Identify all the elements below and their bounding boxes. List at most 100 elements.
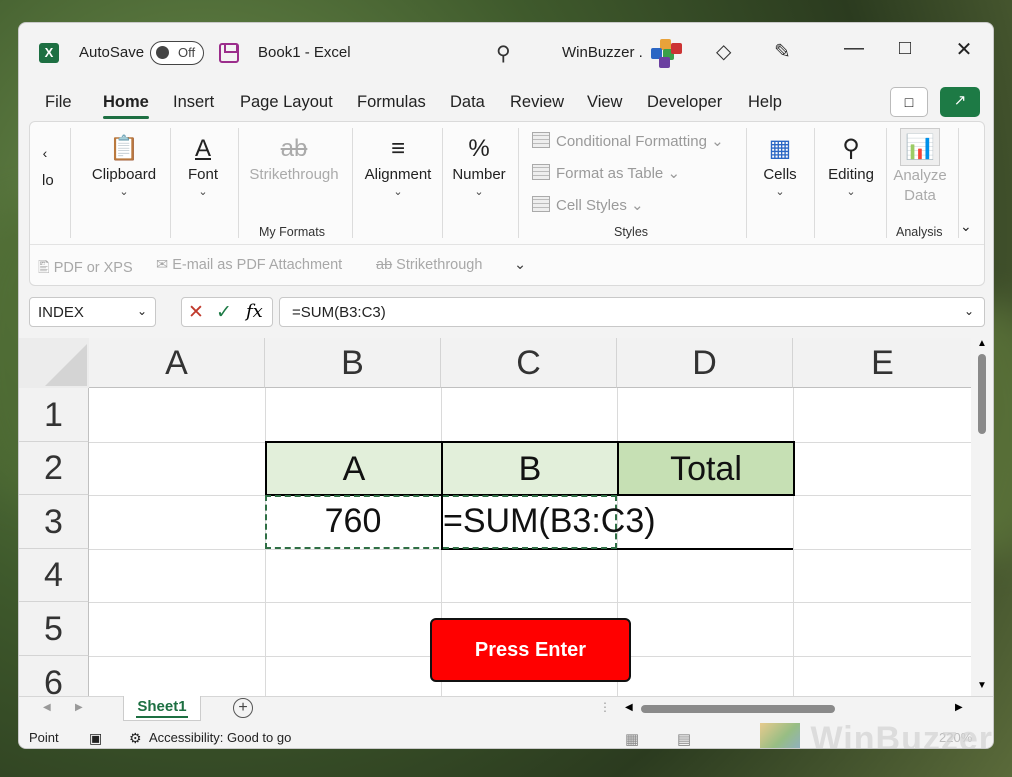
strikethrough-button[interactable]: ab Strikethrough (244, 132, 344, 183)
row-header-6[interactable]: 6 (19, 656, 89, 696)
share-button[interactable]: ↗ (940, 87, 980, 117)
chevron-down-icon: ⌄ (775, 186, 785, 198)
autosave-state: Off (178, 45, 196, 60)
name-box[interactable]: INDEX ⌄ (29, 297, 156, 327)
font-button[interactable]: A Font ⌄ (176, 132, 230, 198)
tab-file[interactable]: File (45, 93, 72, 112)
number-button[interactable]: % Number ⌄ (446, 132, 512, 198)
row-header-1[interactable]: 1 (19, 388, 89, 442)
scroll-up-icon[interactable]: ▲ (977, 338, 987, 349)
scroll-thumb[interactable] (978, 354, 986, 434)
qat-customize-icon[interactable]: ⌄ (514, 257, 526, 273)
alignment-button[interactable]: ≡ Alignment ⌄ (356, 132, 440, 198)
enter-icon[interactable]: ✓ (216, 301, 232, 324)
chevron-down-icon: ⌄ (474, 186, 484, 198)
column-header-a[interactable]: A (89, 338, 265, 388)
cell-styles-label: Cell Styles (556, 197, 627, 214)
autosave-label: AutoSave (79, 44, 145, 61)
clipboard-button[interactable]: 📋 Clipboard ⌄ (82, 132, 166, 198)
formula-input[interactable]: =SUM(B3:C3) ⌄ (279, 297, 985, 327)
tab-developer[interactable]: Developer (647, 93, 722, 112)
formula-text: =SUM(B3:C3) (292, 304, 386, 321)
macro-record-icon[interactable]: ▣ (89, 730, 102, 747)
normal-view-icon[interactable]: ▦ (625, 730, 639, 748)
cancel-icon[interactable]: ✕ (188, 301, 204, 324)
worksheet-grid[interactable]: A B C D E 1 2 3 4 5 6 A B Total 760 =SUM… (19, 338, 971, 696)
tab-formulas[interactable]: Formulas (357, 93, 426, 112)
cells-button[interactable]: ▦ Cells ⌄ (752, 132, 808, 198)
pdf-xps-button[interactable]: 🖺 PDF or XPS (38, 257, 133, 282)
cell-d2[interactable]: Total (617, 441, 795, 496)
undo-button[interactable]: ‹ (32, 136, 58, 170)
sheet-tab-bar: ◀ ▶ Sheet1 + ⋮ ◀ ▶ (19, 696, 993, 722)
search-icon[interactable]: ⚲ (496, 41, 511, 66)
ribbon-tabs: File Home Insert Page Layout Formulas Da… (19, 89, 993, 121)
accessibility-icon[interactable]: ⚙ (129, 730, 142, 747)
avatar[interactable] (651, 39, 682, 68)
cell-c2[interactable]: B (441, 441, 619, 496)
conditional-formatting-button[interactable]: Conditional Formatting ⌄ (532, 132, 724, 150)
scroll-down-icon[interactable]: ▼ (977, 680, 987, 691)
toggle-knob (156, 46, 169, 59)
vertical-scrollbar[interactable]: ▲ ▼ (973, 338, 993, 696)
column-header-b[interactable]: B (265, 338, 441, 388)
maximize-icon[interactable]: □ (890, 37, 920, 60)
row-header-5[interactable]: 5 (19, 602, 89, 656)
email-pdf-button[interactable]: ✉ E-mail as PDF Attachment (156, 257, 342, 273)
h-scroll-thumb[interactable] (641, 705, 835, 713)
select-all-corner[interactable] (19, 338, 89, 388)
tab-review[interactable]: Review (510, 93, 564, 112)
font-label: Font (187, 166, 218, 183)
row-header-2[interactable]: 2 (19, 442, 89, 495)
close-icon[interactable]: ✕ (949, 37, 979, 62)
tab-scroll-right-icon[interactable]: ▶ (75, 702, 83, 713)
comments-button[interactable]: □ (890, 87, 928, 117)
tab-help[interactable]: Help (748, 93, 782, 112)
watermark-logo: WinBuzzer (760, 720, 993, 748)
horizontal-scrollbar[interactable]: ◀ ▶ (625, 702, 971, 716)
qat-strikethrough-button[interactable]: ab Strikethrough (376, 257, 482, 273)
diamond-icon[interactable]: ◇ (716, 39, 731, 64)
column-header-d[interactable]: D (617, 338, 793, 388)
strikethrough-icon: ab (376, 257, 393, 273)
cell-styles-button[interactable]: Cell Styles ⌄ (532, 196, 644, 214)
chevron-down-icon: ⌄ (963, 304, 974, 318)
format-as-table-button[interactable]: Format as Table ⌄ (532, 164, 680, 182)
tab-home[interactable]: Home (103, 93, 149, 119)
group-label-analysis: Analysis (896, 225, 943, 239)
split-handle-icon[interactable]: ⋮ (599, 700, 611, 714)
pen-icon[interactable]: ✎ (774, 39, 791, 64)
minimize-icon[interactable]: — (839, 37, 869, 60)
cell-b2[interactable]: A (265, 441, 443, 496)
scroll-right-icon[interactable]: ▶ (955, 702, 963, 713)
tab-data[interactable]: Data (450, 93, 485, 112)
row-header-4[interactable]: 4 (19, 549, 89, 602)
analyze-data-button[interactable]: 📊 Analyze Data (890, 128, 950, 206)
cell-c3-editing[interactable]: =SUM(B3:C3) (443, 495, 656, 549)
conditional-formatting-icon (532, 132, 550, 148)
editing-label: Editing (828, 166, 874, 183)
row-header-3[interactable]: 3 (19, 495, 89, 549)
user-name[interactable]: WinBuzzer . (562, 44, 643, 61)
chevron-down-icon: ⌄ (393, 186, 403, 198)
tab-insert[interactable]: Insert (173, 93, 214, 112)
tab-scroll-left-icon[interactable]: ◀ (43, 702, 51, 713)
scroll-left-icon[interactable]: ◀ (625, 702, 633, 713)
add-sheet-icon[interactable]: + (233, 698, 253, 718)
editing-button[interactable]: ⚲ Editing ⌄ (818, 132, 884, 198)
mode-indicator: Point (29, 730, 59, 745)
autosave-toggle[interactable]: Off (150, 41, 204, 65)
page-layout-view-icon[interactable]: ▤ (677, 730, 691, 748)
tab-page-layout[interactable]: Page Layout (240, 93, 333, 112)
column-header-e[interactable]: E (793, 338, 971, 388)
column-header-c[interactable]: C (441, 338, 617, 388)
analyze-data-icon: 📊 (900, 128, 940, 166)
sheet-tab-sheet1[interactable]: Sheet1 (123, 696, 201, 721)
percent-icon: % (468, 135, 490, 162)
save-icon[interactable] (219, 43, 239, 63)
tab-view[interactable]: View (587, 93, 622, 112)
insert-function-icon[interactable]: fx (246, 301, 263, 322)
accessibility-status[interactable]: Accessibility: Good to go (149, 730, 291, 745)
group-separator (814, 128, 815, 238)
ribbon-collapse-icon[interactable]: ⌄ (960, 218, 972, 235)
